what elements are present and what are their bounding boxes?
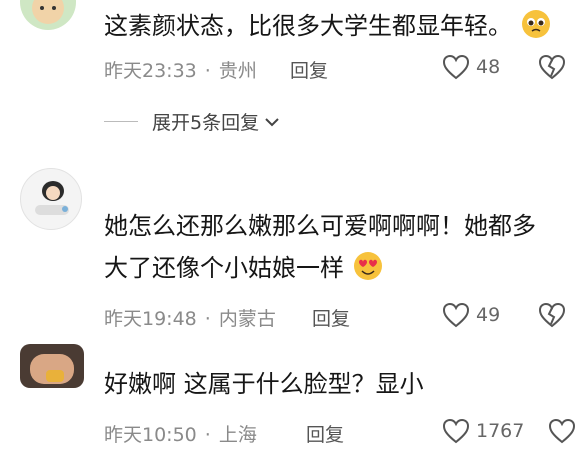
- pleading-face-icon: [520, 8, 552, 52]
- reply-button[interactable]: 回复: [306, 420, 344, 447]
- reply-button[interactable]: 回复: [290, 56, 328, 83]
- broken-heart-icon: [538, 302, 566, 328]
- like-button[interactable]: 49: [442, 302, 500, 328]
- broken-heart-icon: [538, 54, 566, 80]
- comment-time: 昨天23:33: [104, 60, 197, 82]
- comment-location: 贵州: [218, 60, 257, 82]
- divider-line: [104, 121, 138, 122]
- like-count: 48: [476, 56, 501, 78]
- comment-text: 大了还像个小姑娘一样: [104, 248, 384, 294]
- comment-time: 昨天19:48: [104, 308, 197, 330]
- chevron-down-icon: [265, 117, 279, 126]
- expand-replies-button[interactable]: 展开5条回复: [104, 108, 281, 135]
- comment-location: 内蒙古: [218, 308, 276, 330]
- comment-time: 昨天10:50: [104, 424, 197, 446]
- heart-icon: [442, 54, 470, 80]
- broken-heart-icon: [548, 418, 576, 444]
- like-count: 1767: [476, 420, 525, 442]
- comment-text: 好嫩啊 这属于什么脸型？显小: [104, 370, 424, 398]
- comment-text: 她怎么还那么嫩那么可爱啊啊啊！她都多: [104, 212, 536, 240]
- avatar[interactable]: [20, 344, 84, 388]
- comment-meta: 昨天19:48 · 内蒙古: [104, 308, 276, 330]
- dislike-button[interactable]: [538, 302, 566, 332]
- comment-meta: 昨天10:50 · 上海: [104, 424, 257, 446]
- dislike-button[interactable]: [538, 54, 566, 84]
- avatar[interactable]: [20, 168, 82, 230]
- avatar[interactable]: [20, 0, 76, 30]
- dislike-button[interactable]: [548, 418, 576, 448]
- heart-icon: [442, 302, 470, 328]
- like-button[interactable]: 48: [442, 54, 500, 80]
- comment-text: 这素颜状态，比很多大学生都显年轻。: [104, 6, 552, 52]
- comment-meta: 昨天23:33 · 贵州: [104, 60, 257, 82]
- comment-location: 上海: [218, 424, 257, 446]
- like-button[interactable]: 1767: [442, 418, 524, 444]
- heart-icon: [442, 418, 470, 444]
- like-count: 49: [476, 304, 501, 326]
- heart-eyes-icon: [352, 250, 384, 294]
- reply-button[interactable]: 回复: [312, 304, 350, 331]
